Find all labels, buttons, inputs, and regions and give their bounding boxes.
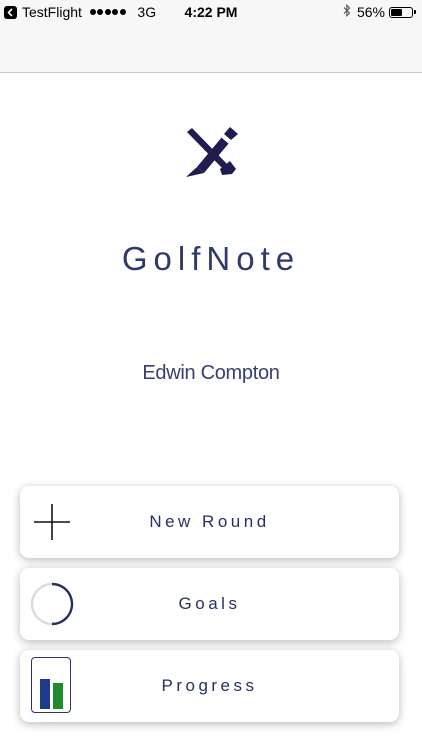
new-round-label: New Round [149,512,270,531]
navigation-bar [0,24,422,73]
user-name: Edwin Compton [142,362,280,384]
app-title: GolfNote [121,240,301,277]
progress-label: Progress [161,676,258,695]
battery-icon [389,6,413,18]
status-bar: TestFlight 3G 4:22 PM 56% [0,0,422,24]
progress-button[interactable]: Progress [20,650,399,722]
battery-fill [391,8,403,16]
new-round-button[interactable]: New Round [20,486,399,558]
goals-button[interactable]: Goals [20,568,399,640]
pencil-golf-club-cross-icon [183,126,241,178]
bluetooth-icon [343,3,351,20]
status-right: 56% [343,3,416,21]
goals-label: Goals [178,594,241,613]
battery-tip [414,10,416,14]
battery-percent: 56% [356,4,385,20]
